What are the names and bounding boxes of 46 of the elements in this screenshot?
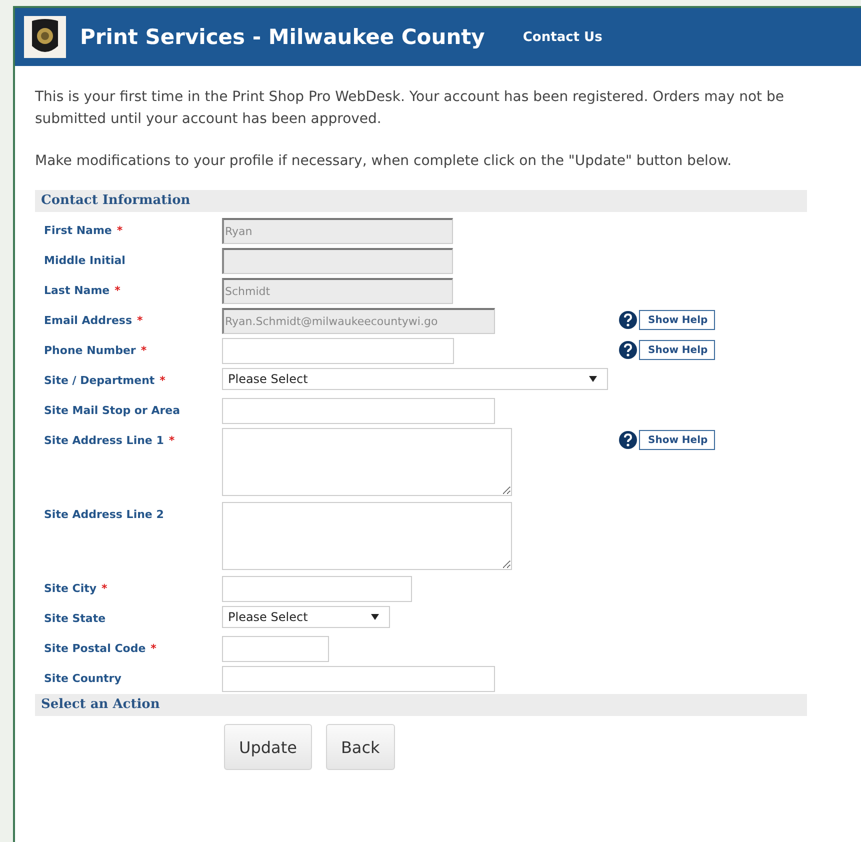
field-label: Site Postal Code bbox=[44, 642, 146, 655]
help-icon bbox=[618, 310, 638, 330]
field-label: Phone Number bbox=[44, 344, 136, 357]
required-mark: * bbox=[168, 434, 175, 447]
caret-icon bbox=[371, 614, 379, 620]
section-header: Select an Action bbox=[35, 694, 807, 716]
intro-paragraph: Make modifications to your profile if necessary, when complete click on the "Update" button below. bbox=[35, 152, 733, 171]
required-mark: * bbox=[116, 224, 123, 237]
field-label: Last Name bbox=[44, 284, 110, 297]
caret-icon bbox=[589, 376, 597, 382]
input-field[interactable] bbox=[222, 636, 329, 662]
select-dropdown[interactable]: Please Select bbox=[222, 368, 608, 390]
field-label: Site Address Line 2 bbox=[44, 508, 164, 521]
required-mark: * bbox=[102, 582, 108, 595]
input-field[interactable] bbox=[222, 338, 454, 364]
intro-paragraph: This is your first time in the Print Shop Pro WebDesk. Your account has been registered. Orders may not be submitted until your account has been approved. bbox=[35, 88, 785, 129]
show-help-button[interactable]: Show Help bbox=[639, 340, 715, 360]
text-area[interactable] bbox=[222, 428, 512, 496]
field-label: Site Mail Stop or Area bbox=[44, 404, 180, 417]
help-icon bbox=[618, 340, 638, 360]
input-field[interactable] bbox=[222, 398, 495, 424]
contact-link[interactable]: Contact Us bbox=[522, 30, 602, 44]
input-field[interactable] bbox=[222, 576, 412, 602]
required-mark: * bbox=[160, 374, 166, 387]
help-icon bbox=[618, 430, 638, 450]
input-field[interactable] bbox=[222, 666, 495, 692]
show-help-button[interactable]: Show Help bbox=[639, 430, 715, 450]
required-mark: * bbox=[114, 284, 120, 297]
field-label: Email Address bbox=[44, 314, 132, 327]
action-button[interactable]: Update bbox=[224, 724, 312, 770]
field-label: Middle Initial bbox=[44, 254, 126, 267]
required-mark: * bbox=[150, 642, 156, 655]
field-label: Site Address Line 1 bbox=[44, 434, 164, 447]
badge-logo-icon bbox=[24, 16, 66, 58]
select-dropdown[interactable]: Please Select bbox=[222, 606, 390, 628]
action-button[interactable]: Back bbox=[326, 724, 395, 770]
section-header: Contact Information bbox=[35, 190, 807, 212]
site-title: Print Services - Milwaukee County bbox=[80, 25, 485, 49]
text-area[interactable] bbox=[222, 502, 512, 570]
required-mark: * bbox=[137, 314, 143, 327]
required-mark: * bbox=[140, 344, 147, 357]
field-label: Site City bbox=[44, 582, 97, 595]
field-label: First Name bbox=[44, 224, 112, 237]
field-label: Site Country bbox=[44, 672, 122, 685]
field-label: Site State bbox=[44, 612, 106, 625]
field-label: Site / Department bbox=[44, 374, 155, 387]
